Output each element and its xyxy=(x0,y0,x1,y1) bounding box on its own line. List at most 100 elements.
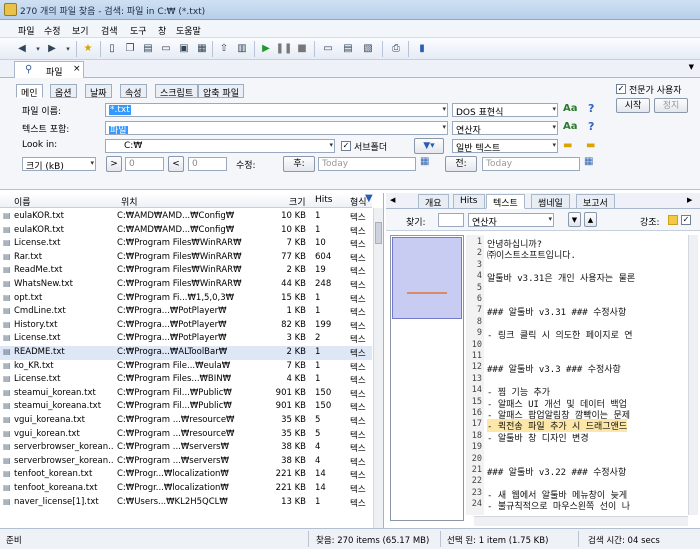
after-calendar-icon[interactable]: ▦ xyxy=(420,156,429,167)
size-unit-select[interactable]: 크기 (kB) ▾ xyxy=(22,157,96,171)
table-row[interactable]: ▤ tenfoot_koreana.txt C:₩Progr...₩localiza… xyxy=(0,482,372,496)
table-row[interactable]: ▤ vgui_koreana.txt C:₩Program ...₩resource… xyxy=(0,414,372,428)
open-folder-icon[interactable]: ▭ xyxy=(158,41,174,57)
table-row[interactable]: ▤ WhatsNew.txt C:₩Program Files₩WinRAR₩ 44 … xyxy=(0,278,372,292)
folder-icon[interactable]: ▬ xyxy=(563,140,572,151)
column-name[interactable]: 이름 xyxy=(14,195,31,208)
menu-tools[interactable]: 도구 xyxy=(130,24,147,37)
before-calendar-icon[interactable]: ▦ xyxy=(584,156,593,167)
filename-input[interactable]: *.txt ▾ xyxy=(105,103,448,117)
stop-button[interactable]: 정지 xyxy=(654,98,688,113)
table-row[interactable]: ▤ eulaKOR.txt C:₩AMD₩AMD...₩Config₩ 10 KB 1 텍… xyxy=(0,210,372,224)
content-input[interactable]: 파일 ▾ xyxy=(105,121,448,135)
stop-icon[interactable]: ■ xyxy=(294,41,310,57)
before-button[interactable]: 전: xyxy=(445,156,477,172)
size-to-input[interactable]: 0 xyxy=(188,157,227,171)
table-row[interactable]: ▤ License.txt C:₩Program Files₩WinRAR₩ 7 KB… xyxy=(0,237,372,251)
menu-file[interactable]: 파일 xyxy=(18,24,35,37)
tab-report[interactable]: 보고서 xyxy=(576,194,615,209)
table-row[interactable]: ▤ CmdLine.txt C:₩Progra...₩PotPlayer₩ 1 KB 1… xyxy=(0,305,372,319)
size-from-input[interactable]: 0 xyxy=(125,157,164,171)
table-row[interactable]: ▤ ko_KR.txt C:₩Program File...₩eula₩ 7 KB 1 텍… xyxy=(0,360,372,374)
folders-icon[interactable]: ▬ xyxy=(586,140,595,151)
table-row[interactable]: ▤ ReadMe.txt C:₩Program Files₩WinRAR₩ 2 KB 1… xyxy=(0,264,372,278)
menu-view[interactable]: 보기 xyxy=(72,24,89,37)
up-icon[interactable]: ⇧ xyxy=(216,41,232,57)
tab-date[interactable]: 날짜 xyxy=(85,84,112,99)
filename-mode-select[interactable]: DOS 표현식 ▾ xyxy=(452,103,558,117)
after-button[interactable]: 후: xyxy=(283,156,315,172)
tab-script[interactable]: 스크립트 xyxy=(155,84,199,99)
tab-list-icon[interactable]: ▼ xyxy=(689,63,694,71)
forward-dropdown-icon[interactable]: ▾ xyxy=(60,41,76,57)
size-less-button[interactable]: < xyxy=(168,156,184,172)
table-row[interactable]: ▤ vgui_korean.txt C:₩Program ...₩resource₩… xyxy=(0,428,372,442)
tab-options[interactable]: 옵션 xyxy=(50,84,77,99)
subfolder-checkbox[interactable]: ✓ xyxy=(341,141,351,151)
export-icon[interactable]: ▦ xyxy=(194,41,210,57)
forward-icon[interactable]: ▶ xyxy=(44,41,60,57)
menu-search[interactable]: 검색 xyxy=(101,24,118,37)
highlight-color-swatch[interactable] xyxy=(668,215,678,225)
tab-file-search[interactable]: ⚲ 파일 × xyxy=(14,61,84,78)
close-icon[interactable]: × xyxy=(73,64,81,74)
tab-scroll-left-icon[interactable]: ◀ xyxy=(390,196,395,204)
tab-hits[interactable]: Hits xyxy=(453,194,485,209)
column-size[interactable]: 크기 xyxy=(289,195,306,208)
table-row[interactable]: ▤ License.txt C:₩Progra...₩PotPlayer₩ 3 KB 2… xyxy=(0,332,372,346)
minimap-viewport[interactable] xyxy=(392,237,462,319)
new-icon[interactable]: ▯ xyxy=(104,41,120,57)
back-icon[interactable]: ◀ xyxy=(14,41,30,57)
paste-icon[interactable]: ▤ xyxy=(140,41,156,57)
size-greater-button[interactable]: > xyxy=(106,156,122,172)
list-scrollbar[interactable] xyxy=(373,208,383,528)
find-up-button[interactable]: ▲ xyxy=(584,212,597,227)
table-row[interactable]: ▤ eulaKOR.txt C:₩AMD₩AMD...₩Config₩ 10 KB 1 텍… xyxy=(0,224,372,238)
find-input[interactable] xyxy=(438,213,464,227)
column-location[interactable]: 위치 xyxy=(121,195,138,208)
start-button[interactable]: 시작 xyxy=(616,98,650,113)
text-hscrollbar[interactable] xyxy=(474,516,688,526)
table-row[interactable]: ▤ Rar.txt C:₩Program Files₩WinRAR₩ 77 KB 604… xyxy=(0,251,372,265)
content-mode-select[interactable]: 연산자 ▾ xyxy=(452,121,558,135)
tab-attributes[interactable]: 속성 xyxy=(120,84,147,99)
window-icon[interactable]: ▭ xyxy=(320,41,336,57)
before-date-input[interactable]: Today xyxy=(482,157,580,171)
column-filter-icon[interactable]: ▼ xyxy=(365,193,373,204)
pause-icon[interactable]: ❚❚ xyxy=(276,41,293,57)
copy-icon[interactable]: ❐ xyxy=(122,41,138,57)
highlight-checkbox[interactable]: ✓ xyxy=(681,215,691,225)
table-row[interactable]: ▤ License.txt C:₩Program Files...₩BIN₩ 4 KB… xyxy=(0,373,372,387)
tab-main[interactable]: 메인 xyxy=(16,84,43,99)
play-icon[interactable]: ▶ xyxy=(258,41,274,57)
print-icon[interactable]: ⎙ xyxy=(388,41,404,57)
report-icon[interactable]: ▤ xyxy=(340,41,356,57)
save-icon[interactable]: ▣ xyxy=(176,41,192,57)
expert-checkbox[interactable]: ✓ xyxy=(616,84,626,94)
content-case-icon[interactable]: Aa xyxy=(563,121,578,132)
menu-window[interactable]: 창 xyxy=(158,24,166,37)
table-row[interactable]: ▤ tenfoot_korean.txt C:₩Progr...₩localizat… xyxy=(0,468,372,482)
table-row[interactable]: ▤ naver_license[1].txt C:₩Users...₩KL2H5QC… xyxy=(0,496,372,510)
lookin-input[interactable]: C:₩ ▾ xyxy=(105,139,335,153)
case-sensitive-icon[interactable]: Aa xyxy=(563,103,578,114)
star-icon[interactable]: ★ xyxy=(80,41,96,57)
find-mode-select[interactable]: 연산자 ▾ xyxy=(468,213,554,227)
text-type-select[interactable]: 일반 텍스트 ▾ xyxy=(452,139,558,153)
table-row[interactable]: ▤ steamui_koreana.txt C:₩Program Fil...₩Pu… xyxy=(0,400,372,414)
menu-help[interactable]: 도움말 xyxy=(176,24,201,37)
book-icon[interactable]: ▮ xyxy=(414,41,430,57)
table-row[interactable]: ▤ steamui_korean.txt C:₩Program Fil...₩Pub… xyxy=(0,387,372,401)
table-row[interactable]: ▤ serverbrowser_korean... C:₩Program ...₩s… xyxy=(0,455,372,469)
after-date-input[interactable]: Today xyxy=(318,157,416,171)
properties-icon[interactable]: ▥ xyxy=(234,41,250,57)
table-row[interactable]: ▤ opt.txt C:₩Program Fi...₩1,5,0,3₩ 15 KB 1 텍… xyxy=(0,292,372,306)
table-row[interactable]: ▤ README.txt C:₩Progra...₩ALToolBar₩ 2 KB 1 텍… xyxy=(0,346,372,360)
table-row[interactable]: ▤ serverbrowser_korean... C:₩Program ...₩s… xyxy=(0,441,372,455)
menu-edit[interactable]: 수정 xyxy=(44,24,61,37)
tab-scroll-right-icon[interactable]: ▶ xyxy=(687,196,692,204)
settings-icon[interactable]: ▧ xyxy=(360,41,376,57)
document-minimap[interactable] xyxy=(390,235,464,521)
tab-summary[interactable]: 개요 xyxy=(418,194,449,209)
column-hits[interactable]: Hits xyxy=(315,195,333,205)
